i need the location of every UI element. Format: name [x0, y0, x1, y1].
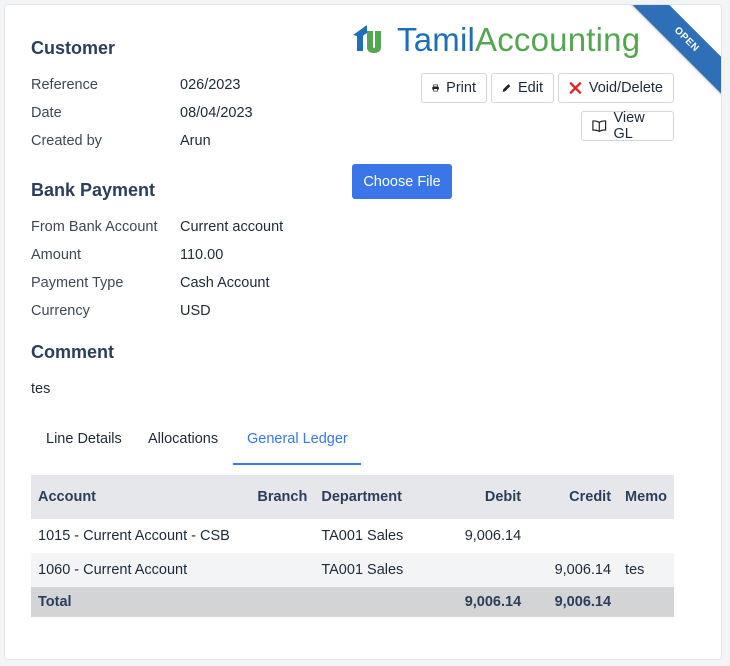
- brand-logo: TamilAccounting: [351, 19, 640, 59]
- cell-account: 1015 - Current Account - CSB: [31, 519, 251, 553]
- customer-section-title: Customer: [31, 38, 116, 58]
- table-row: 1060 - Current Account TA001 Sales 9,006…: [31, 553, 674, 587]
- logo-text-tamil: Tamil: [397, 20, 476, 58]
- cell-credit: [528, 519, 619, 553]
- total-branch: [250, 587, 315, 617]
- total-memo: [618, 587, 674, 617]
- cell-account: 1060 - Current Account: [31, 553, 251, 587]
- book-open-icon: [592, 120, 607, 133]
- col-header-credit: Credit: [528, 475, 619, 519]
- cell-memo: [618, 519, 674, 553]
- logo-text-accounting: Accounting: [475, 20, 641, 58]
- edit-button[interactable]: Edit: [491, 73, 554, 103]
- tab-allocations[interactable]: Allocations: [148, 431, 218, 447]
- pencil-icon: [502, 84, 511, 92]
- total-department: [314, 587, 437, 617]
- total-credit: 9,006.14: [528, 587, 619, 617]
- choose-file-button[interactable]: Choose File: [352, 164, 452, 199]
- amount-label: Amount: [31, 247, 81, 263]
- table-row: 1015 - Current Account - CSB TA001 Sales…: [31, 519, 674, 553]
- edit-button-label: Edit: [518, 80, 543, 96]
- cell-debit: [436, 553, 529, 587]
- void-delete-button-label: Void/Delete: [588, 80, 663, 96]
- currency-label: Currency: [31, 303, 90, 319]
- date-label: Date: [31, 105, 62, 121]
- print-button-label: Print: [446, 80, 476, 96]
- cell-branch: [250, 553, 315, 587]
- cell-department: TA001 Sales: [314, 519, 437, 553]
- comment-text: tes: [31, 381, 51, 397]
- col-header-department: Department: [314, 475, 437, 519]
- from-bank-account-label: From Bank Account: [31, 219, 158, 235]
- amount-value: 110.00: [180, 247, 224, 263]
- view-gl-button-label: View GL: [613, 110, 645, 142]
- date-value: 08/04/2023: [180, 105, 253, 121]
- reference-label: Reference: [31, 77, 98, 93]
- created-by-value: Arun: [180, 133, 211, 149]
- cell-branch: [250, 519, 315, 553]
- col-header-debit: Debit: [436, 475, 529, 519]
- total-debit: 9,006.14: [436, 587, 529, 617]
- logo-mark-icon: [353, 25, 381, 53]
- cell-memo: tes: [618, 553, 674, 587]
- col-header-memo: Memo: [618, 475, 674, 519]
- printer-icon: [432, 84, 439, 92]
- from-bank-account-value: Current account: [180, 219, 284, 235]
- tab-line-details[interactable]: Line Details: [46, 431, 122, 447]
- cell-department: TA001 Sales: [314, 553, 437, 587]
- view-gl-button[interactable]: View GL: [581, 110, 674, 142]
- created-by-label: Created by: [31, 133, 102, 149]
- tab-general-ledger[interactable]: General Ledger: [247, 431, 348, 447]
- col-header-branch: Branch: [250, 475, 315, 519]
- cell-credit: 9,006.14: [528, 553, 619, 587]
- general-ledger-table: Account Branch Department Debit Credit M…: [31, 475, 674, 617]
- currency-value: USD: [180, 303, 211, 319]
- table-total-row: Total 9,006.14 9,006.14: [31, 587, 674, 617]
- comment-section-title: Comment: [31, 342, 115, 362]
- active-tab-indicator: [233, 463, 361, 465]
- void-delete-button[interactable]: Void/Delete: [558, 73, 674, 103]
- payment-card: TamilAccounting OPEN Customer Reference …: [4, 4, 722, 660]
- cell-debit: 9,006.14: [436, 519, 529, 553]
- payment-type-label: Payment Type: [31, 275, 124, 291]
- col-header-account: Account: [31, 475, 251, 519]
- close-x-icon: [569, 82, 582, 94]
- table-header-row: Account Branch Department Debit Credit M…: [31, 475, 674, 519]
- reference-value: 026/2023: [180, 77, 241, 93]
- payment-type-value: Cash Account: [180, 275, 270, 291]
- total-label: Total: [31, 587, 251, 617]
- print-button[interactable]: Print: [421, 73, 487, 103]
- bank-payment-section-title: Bank Payment: [31, 180, 156, 200]
